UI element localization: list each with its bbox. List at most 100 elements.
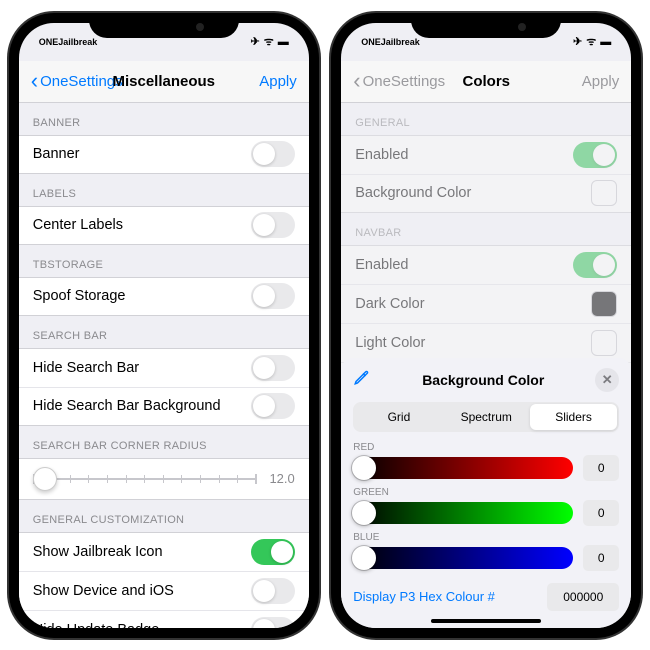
apply-button[interactable]: Apply	[259, 73, 297, 90]
back-label: OneSettings	[40, 73, 123, 90]
row-label: Enabled	[355, 147, 408, 163]
section-header-navbar: NAVBAR	[341, 213, 631, 245]
toggle-general-enabled[interactable]	[573, 142, 617, 168]
row-light-color[interactable]: Light Color	[341, 323, 631, 362]
row-show-jailbreak-icon[interactable]: Show Jailbreak Icon	[19, 532, 309, 571]
section-header-radius: SEARCH BAR CORNER RADIUS	[19, 426, 309, 458]
page-title: Miscellaneous	[112, 73, 215, 90]
nav-bar: ‹ OneSettings Miscellaneous Apply	[19, 61, 309, 103]
phone-right: ONEJailbreak ✈ ᯤ ▬ ‹ OneSettings Colors …	[331, 13, 641, 638]
section-header-tbstorage: TBSTORAGE	[19, 245, 309, 277]
row-label: Hide Update Badge	[33, 622, 160, 628]
slider-thumb[interactable]	[33, 467, 57, 491]
row-background-color[interactable]: Background Color	[341, 174, 631, 213]
row-label: Show Device and iOS	[33, 583, 174, 599]
tab-grid[interactable]: Grid	[355, 404, 442, 430]
row-label: Spoof Storage	[33, 288, 126, 304]
row-spoof-storage[interactable]: Spoof Storage	[19, 277, 309, 316]
tab-sliders[interactable]: Sliders	[530, 404, 617, 430]
section-header-labels: LABELS	[19, 174, 309, 206]
row-hide-update-badge[interactable]: Hide Update Badge	[19, 610, 309, 628]
eyedropper-icon[interactable]	[353, 368, 371, 391]
row-label: Hide Search Bar Background	[33, 398, 221, 414]
back-button[interactable]: ‹ OneSettings	[353, 68, 445, 94]
airplane-icon: ✈	[573, 35, 582, 48]
row-banner[interactable]: Banner	[19, 135, 309, 174]
content-left[interactable]: BANNER Banner LABELS Center Labels TBSTO…	[19, 103, 309, 628]
section-header-general: GENERAL	[341, 103, 631, 135]
toggle-hide-searchbar[interactable]	[251, 355, 295, 381]
phone-left: ONEJailbreak ✈ ᯤ ▬ ‹ OneSettings Miscell…	[9, 13, 319, 638]
slider-green-value[interactable]: 0	[583, 500, 619, 526]
color-well-background[interactable]	[591, 180, 617, 206]
row-label: Light Color	[355, 335, 425, 351]
slider-corner-radius[interactable]: 12.0	[19, 458, 309, 500]
home-indicator[interactable]	[431, 619, 541, 623]
slider-blue-thumb[interactable]	[352, 546, 376, 570]
wifi-icon: ᯤ	[586, 34, 596, 49]
carrier-label: ONEJailbreak	[361, 37, 420, 47]
row-label: Background Color	[355, 185, 471, 201]
row-hide-searchbar[interactable]: Hide Search Bar	[19, 348, 309, 387]
row-show-device-ios[interactable]: Show Device and iOS	[19, 571, 309, 610]
notch	[89, 13, 239, 38]
toggle-center-labels[interactable]	[251, 212, 295, 238]
color-picker-panel: Background Color ✕ Grid Spectrum Sliders…	[341, 358, 631, 628]
row-label: Banner	[33, 146, 80, 162]
carrier-label: ONEJailbreak	[39, 37, 98, 47]
slider-blue-value[interactable]: 0	[583, 545, 619, 571]
blue-label: BLUE	[353, 532, 619, 543]
chevron-left-icon: ‹	[31, 68, 38, 94]
section-header-banner: BANNER	[19, 103, 309, 135]
battery-icon: ▬	[600, 36, 611, 48]
hex-input[interactable]: 000000	[547, 583, 619, 611]
section-header-general: GENERAL CUSTOMIZATION	[19, 500, 309, 532]
toggle-show-device-ios[interactable]	[251, 578, 295, 604]
toggle-spoof-storage[interactable]	[251, 283, 295, 309]
slider-green-thumb[interactable]	[352, 501, 376, 525]
color-well-light[interactable]	[591, 330, 617, 356]
page-title: Colors	[462, 73, 510, 90]
slider-green[interactable]: 0	[353, 500, 619, 526]
slider-value: 12.0	[267, 471, 295, 486]
row-label: Dark Color	[355, 296, 424, 312]
slider-red-thumb[interactable]	[352, 456, 376, 480]
back-button[interactable]: ‹ OneSettings	[31, 68, 123, 94]
row-label: Hide Search Bar	[33, 360, 139, 376]
notch	[411, 13, 561, 38]
slider-red[interactable]: 0	[353, 455, 619, 481]
green-label: GREEN	[353, 487, 619, 498]
toggle-hide-update-badge[interactable]	[251, 617, 295, 628]
nav-bar: ‹ OneSettings Colors Apply	[341, 61, 631, 103]
toggle-navbar-enabled[interactable]	[573, 252, 617, 278]
row-hide-searchbar-bg[interactable]: Hide Search Bar Background	[19, 387, 309, 426]
wifi-icon: ᯤ	[264, 34, 274, 49]
picker-title: Background Color	[422, 372, 544, 388]
chevron-left-icon: ‹	[353, 68, 360, 94]
back-label: OneSettings	[363, 73, 446, 90]
toggle-banner[interactable]	[251, 141, 295, 167]
hex-label: Display P3 Hex Colour #	[353, 589, 495, 604]
close-button[interactable]: ✕	[595, 368, 619, 392]
row-navbar-enabled[interactable]: Enabled	[341, 245, 631, 284]
section-header-searchbar: SEARCH BAR	[19, 316, 309, 348]
screen-left: ONEJailbreak ✈ ᯤ ▬ ‹ OneSettings Miscell…	[19, 23, 309, 628]
airplane-icon: ✈	[250, 35, 259, 48]
red-label: RED	[353, 442, 619, 453]
battery-icon: ▬	[278, 36, 289, 48]
row-label: Show Jailbreak Icon	[33, 544, 163, 560]
close-icon: ✕	[602, 372, 613, 388]
apply-button[interactable]: Apply	[582, 73, 620, 90]
row-general-enabled[interactable]: Enabled	[341, 135, 631, 174]
row-label: Enabled	[355, 257, 408, 273]
row-label: Center Labels	[33, 217, 123, 233]
tab-spectrum[interactable]: Spectrum	[443, 404, 530, 430]
slider-red-value[interactable]: 0	[583, 455, 619, 481]
toggle-show-jailbreak-icon[interactable]	[251, 539, 295, 565]
slider-blue[interactable]: 0	[353, 545, 619, 571]
row-dark-color[interactable]: Dark Color	[341, 284, 631, 323]
row-center-labels[interactable]: Center Labels	[19, 206, 309, 245]
color-well-dark[interactable]	[591, 291, 617, 317]
toggle-hide-searchbar-bg[interactable]	[251, 393, 295, 419]
picker-tabs: Grid Spectrum Sliders	[353, 402, 619, 432]
